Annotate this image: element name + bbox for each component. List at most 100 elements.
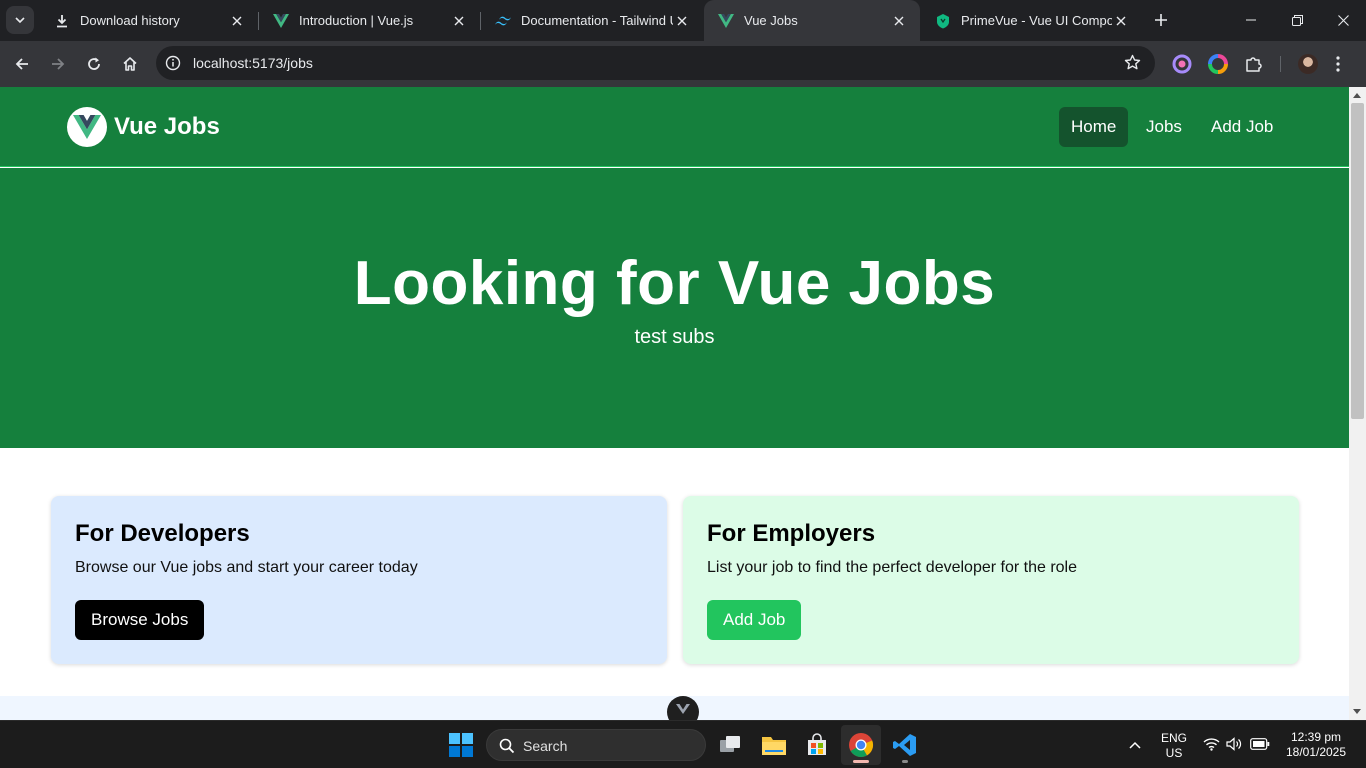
forward-button[interactable] [42,48,74,80]
vue-logo-icon [273,13,289,29]
color-wheel-extension-icon[interactable] [1208,54,1228,74]
browser-toolbar: localhost:5173/jobs [0,41,1366,87]
hero-title: Looking for Vue Jobs [353,249,996,318]
tab-primevue[interactable]: PrimeVue - Vue UI Compone [921,0,1142,41]
search-label: Search [523,738,568,754]
primevue-logo-icon [935,13,951,29]
home-button[interactable] [114,48,146,80]
start-button[interactable] [441,725,481,765]
chevron-down-icon [15,17,25,24]
chevron-up-icon [1129,741,1141,749]
toolbar-divider [1280,56,1281,72]
close-icon[interactable] [450,12,468,30]
tab-title: Download history [80,13,180,28]
tailwind-logo-icon [495,13,511,29]
reload-button[interactable] [78,48,110,80]
developers-card: For Developers Browse our Vue jobs and s… [51,496,667,664]
plus-icon [1155,14,1167,26]
tab-title: PrimeVue - Vue UI Compone [961,13,1112,28]
tab-search-button[interactable] [6,6,34,34]
show-hidden-icons-button[interactable] [1121,725,1149,765]
add-job-button[interactable]: Add Job [707,600,802,640]
region-code: US [1165,746,1183,760]
clock[interactable]: 12:39 pm 18/01/2025 [1278,730,1354,760]
windows-taskbar: Search ENG US 12:39 pm 18/01/2025 [0,720,1366,768]
task-view-button[interactable] [710,725,750,765]
nav-link-add-job[interactable]: Add Job [1199,107,1285,147]
file-explorer-button[interactable] [754,725,794,765]
home-cards-section: For Developers Browse our Vue jobs and s… [0,448,1349,696]
tab-title: Introduction | Vue.js [299,13,414,28]
extensions-puzzle-icon[interactable] [1244,54,1264,74]
reload-icon [88,57,100,70]
brand-name: Vue Jobs [114,113,220,140]
employers-card: For Employers List your job to find the … [683,496,1299,664]
tab-title: Vue Jobs [744,13,798,28]
arrow-left-icon [15,58,28,70]
active-app-indicator [853,760,869,763]
microsoft-store-button[interactable] [797,725,837,765]
tab-download-history[interactable]: Download history [40,0,258,41]
bookmark-star-icon[interactable] [1124,54,1141,71]
brand-link[interactable]: Vue Jobs [67,107,220,147]
close-window-button[interactable] [1320,0,1366,40]
extension-circle-icon[interactable] [1172,54,1192,74]
restore-button[interactable] [1274,0,1320,40]
profile-avatar[interactable] [1298,54,1318,74]
nav-link-jobs[interactable]: Jobs [1134,107,1194,147]
home-icon [123,57,137,71]
close-icon[interactable] [673,12,691,30]
nav-link-home[interactable]: Home [1059,107,1129,147]
scroll-up-arrow-icon[interactable] [1353,93,1361,98]
vscode-icon [893,734,916,756]
site-info-icon[interactable] [165,55,181,71]
scrollbar-thumb[interactable] [1351,103,1364,419]
clock-date: 18/01/2025 [1285,745,1347,759]
vue-logo-icon [67,107,107,147]
back-button[interactable] [6,48,38,80]
wifi-icon[interactable] [1203,737,1220,751]
employers-card-text: List your job to find the perfect develo… [707,559,1077,576]
download-icon [54,13,70,29]
page-scrollbar[interactable] [1349,87,1366,720]
developers-card-text: Browse our Vue jobs and start your caree… [75,559,418,576]
minimize-icon [1246,19,1256,21]
taskbar-search[interactable]: Search [486,729,706,761]
new-tab-button[interactable] [1149,8,1173,32]
language-code: ENG [1160,731,1187,745]
hero-section: Looking for Vue Jobs test subs [0,168,1349,448]
scroll-down-arrow-icon[interactable] [1353,709,1361,714]
site-navbar: Vue Jobs Home Jobs Add Job [0,87,1349,167]
tab-vuejs-introduction[interactable]: Introduction | Vue.js [259,0,480,41]
tab-tailwind-documentation[interactable]: Documentation - Tailwind UI [481,0,703,41]
close-icon[interactable] [890,12,908,30]
employers-card-title: For Employers [707,520,876,547]
more-menu-icon[interactable] [1328,54,1348,74]
hero-subtitle: test subs [634,326,715,348]
tab-vue-jobs[interactable]: Vue Jobs [704,0,920,41]
vscode-taskbar-button[interactable] [885,725,925,765]
battery-icon[interactable] [1250,738,1270,750]
task-view-icon [720,736,740,752]
vue-logo-icon [718,13,734,29]
restore-icon [1291,14,1303,26]
browser-tab-strip: Download history Introduction | Vue.js D… [0,0,1366,41]
search-icon [499,738,515,754]
url-text: localhost:5173/jobs [193,55,313,71]
chrome-icon [849,733,874,758]
chrome-taskbar-button[interactable] [841,725,881,765]
arrow-right-icon [52,58,65,70]
close-icon [1337,14,1349,26]
close-icon[interactable] [1112,12,1130,30]
store-icon [808,733,826,755]
developers-card-title: For Developers [75,520,250,547]
address-bar[interactable]: localhost:5173/jobs [156,46,1155,80]
volume-icon[interactable] [1226,737,1243,751]
tab-title: Documentation - Tailwind UI [521,13,673,28]
close-icon[interactable] [228,12,246,30]
language-indicator[interactable]: ENG US [1156,731,1192,761]
vue-devtools-toggle[interactable] [667,696,699,720]
browse-jobs-button[interactable]: Browse Jobs [75,600,205,640]
clock-time: 12:39 pm [1290,730,1342,744]
minimize-button[interactable] [1228,0,1274,40]
